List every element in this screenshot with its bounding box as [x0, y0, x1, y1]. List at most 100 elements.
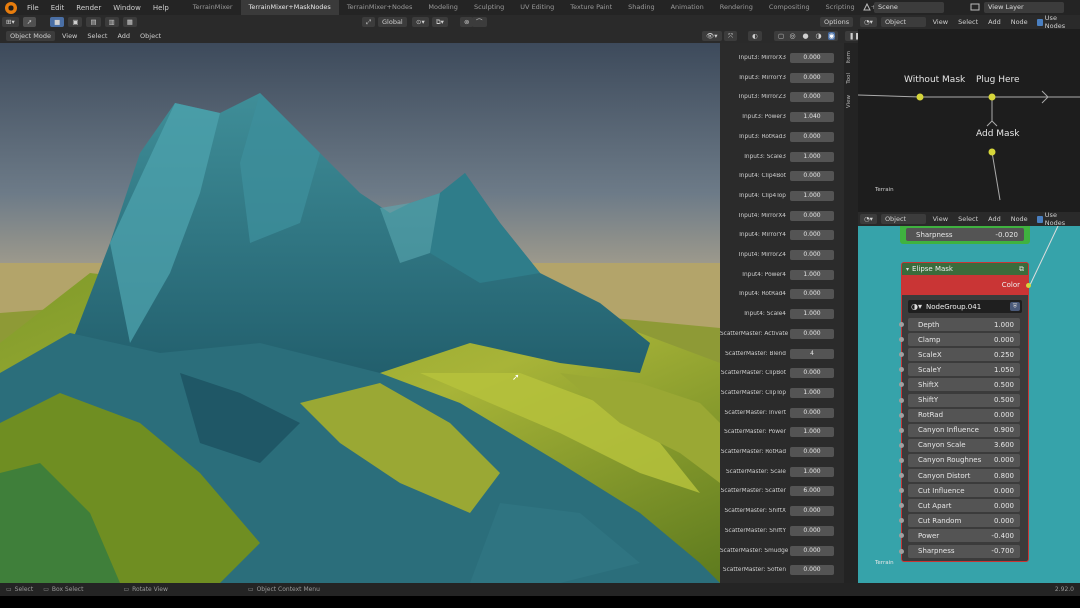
node-input-field[interactable]: Canyon Influence 0.900: [899, 423, 1020, 437]
tab-tool[interactable]: Tool: [846, 73, 856, 84]
workspace-tab-modeling[interactable]: Modeling: [420, 0, 466, 15]
property-value-field[interactable]: 1.040: [790, 112, 834, 123]
input-socket[interactable]: [899, 352, 904, 358]
proportional-falloff-icon[interactable]: ⌒: [472, 17, 487, 27]
property-value-field[interactable]: 0.000: [790, 92, 834, 103]
workspace-tab-terrainmixer-nodes[interactable]: TerrainMixer+Nodes: [339, 0, 421, 15]
node-bottom-menu-select[interactable]: Select: [953, 215, 983, 223]
property-value-field[interactable]: 0.000: [790, 525, 834, 536]
workspace-tab-texture-paint[interactable]: Texture Paint: [562, 0, 620, 15]
transform-orientation-icon[interactable]: ⤢: [362, 17, 376, 27]
node-input-field[interactable]: Canyon Distort 0.800: [899, 469, 1020, 482]
property-value-field[interactable]: 0.000: [790, 407, 834, 418]
property-value-field[interactable]: 1.000: [790, 427, 834, 438]
node-bottom-menu-add[interactable]: Add: [983, 215, 1006, 223]
node-editor-bottom[interactable]: Sharpness -0.020 ▾ Elipse Mask ⧉ Color ◑…: [858, 226, 1080, 583]
node-input-field[interactable]: Canyon Scale 3.600: [899, 438, 1020, 452]
editor-type-icon-bottom[interactable]: ◔▾: [860, 214, 877, 224]
3d-viewport[interactable]: ➚: [0, 43, 720, 583]
property-value-field[interactable]: 0.000: [790, 545, 834, 556]
input-socket[interactable]: [899, 488, 904, 494]
collapse-chevron-icon[interactable]: ▾: [906, 266, 909, 273]
property-value-field[interactable]: 1.000: [790, 387, 834, 398]
workspace-tab-shading[interactable]: Shading: [620, 0, 662, 15]
workspace-tab-sculpting[interactable]: Sculpting: [466, 0, 512, 15]
input-socket[interactable]: [899, 427, 904, 433]
node-group-icon[interactable]: ⧉: [1019, 265, 1024, 274]
workspace-tab-rendering[interactable]: Rendering: [712, 0, 761, 15]
input-socket[interactable]: [899, 397, 904, 403]
workspace-tab-terrainmixer-masknodes[interactable]: TerrainMixer+MaskNodes: [240, 0, 339, 15]
editor-type-icon-top[interactable]: ◔▾: [860, 17, 877, 27]
node-input-field[interactable]: Sharpness -0.700: [899, 544, 1020, 558]
node-top-menu-select[interactable]: Select: [953, 18, 983, 26]
property-value-field[interactable]: 1.000: [790, 466, 834, 477]
tab-item[interactable]: Item: [846, 51, 856, 64]
input-socket[interactable]: [899, 367, 904, 373]
select-tool-icon[interactable]: ➚: [22, 17, 37, 27]
select-mode-extend-icon[interactable]: ▣: [68, 17, 83, 27]
property-value-field[interactable]: 0.000: [790, 447, 834, 457]
node-input-field[interactable]: ScaleY 1.050: [899, 363, 1020, 377]
viewport-menu-view[interactable]: View: [57, 32, 82, 40]
view-layer-selector[interactable]: View Layer: [984, 2, 1064, 13]
property-value-field[interactable]: 1.000: [790, 190, 834, 201]
property-value-field[interactable]: 0.000: [790, 53, 834, 63]
node-input-field[interactable]: ScaleX 0.250: [899, 348, 1020, 362]
node-input-field[interactable]: RotRad 0.000: [899, 408, 1020, 422]
workspace-tab-animation[interactable]: Animation: [663, 0, 712, 15]
node-top-menu-add[interactable]: Add: [983, 18, 1006, 26]
node-input-field[interactable]: Clamp 0.000: [899, 333, 1020, 347]
overlay-icon[interactable]: ◐: [748, 31, 762, 41]
node-bottom-menu-view[interactable]: View: [928, 215, 953, 223]
solid-shading-icon[interactable]: ●: [802, 32, 808, 40]
property-value-field[interactable]: 0.000: [790, 72, 834, 83]
elipse-mask-node[interactable]: ▾ Elipse Mask ⧉ Color ◑▾ NodeGroup.041 ⛨…: [899, 262, 1031, 562]
property-value-field[interactable]: 0.000: [790, 328, 834, 339]
viewport-menu-object[interactable]: Object: [135, 32, 166, 40]
property-value-field[interactable]: 0.000: [790, 230, 834, 241]
property-value-field[interactable]: 6.000: [790, 486, 834, 497]
node-header[interactable]: ▾ Elipse Mask ⧉: [902, 263, 1028, 275]
input-socket[interactable]: [899, 473, 904, 478]
node-input-field[interactable]: ShiftX 0.500: [899, 378, 1020, 392]
property-value-field[interactable]: 0.000: [790, 210, 834, 221]
node-input-field[interactable]: Power -0.400: [899, 529, 1020, 543]
menu-file[interactable]: File: [21, 4, 45, 12]
shader-type-selector-top[interactable]: Object: [880, 17, 926, 27]
tab-view[interactable]: View: [846, 95, 856, 108]
input-socket[interactable]: [899, 382, 904, 388]
mode-selector[interactable]: Object Mode: [6, 31, 55, 41]
property-value-field[interactable]: 1.000: [790, 151, 834, 162]
input-socket[interactable]: [899, 503, 904, 509]
transform-orientation-dropdown[interactable]: Global: [378, 17, 407, 27]
viewport-menu-add[interactable]: Add: [112, 32, 135, 40]
property-value-field[interactable]: 4: [790, 348, 834, 359]
wireframe-shading-icon[interactable]: ◎: [789, 32, 795, 40]
viewport-menu-select[interactable]: Select: [82, 32, 112, 40]
property-value-field[interactable]: 0.000: [790, 250, 834, 260]
node-input-field[interactable]: Cut Apart 0.000: [899, 499, 1020, 513]
menu-window[interactable]: Window: [107, 4, 147, 12]
node-top-menu-node[interactable]: Node: [1006, 18, 1033, 26]
snap-icon[interactable]: ⧉▾: [432, 17, 448, 27]
select-mode-new-icon[interactable]: ■: [50, 17, 65, 27]
input-socket[interactable]: [899, 518, 904, 524]
input-socket[interactable]: [899, 548, 904, 554]
property-value-field[interactable]: 1.000: [790, 309, 834, 320]
workspace-tab-terrainmixer[interactable]: TerrainMixer: [185, 0, 241, 15]
color-output-socket[interactable]: [1026, 283, 1031, 288]
select-mode-intersect-icon[interactable]: ▦: [122, 17, 137, 27]
node-group-selector[interactable]: ◑▾ NodeGroup.041 ⛨: [908, 300, 1022, 313]
property-value-field[interactable]: 0.000: [790, 565, 834, 576]
property-value-field[interactable]: 0.000: [790, 289, 834, 300]
pivot-point-icon[interactable]: ⊙▾: [412, 17, 429, 27]
menu-render[interactable]: Render: [70, 4, 107, 12]
node-bottom-menu-node[interactable]: Node: [1006, 215, 1033, 223]
select-mode-invert-icon[interactable]: ▥: [104, 17, 119, 27]
menu-help[interactable]: Help: [147, 4, 175, 12]
viewport-visibility-icon[interactable]: 👁▾: [702, 31, 722, 41]
blender-logo-icon[interactable]: [5, 1, 17, 14]
select-mode-subtract-icon[interactable]: ▤: [86, 17, 101, 27]
node-input-field[interactable]: Cut Random 0.000: [899, 514, 1020, 528]
